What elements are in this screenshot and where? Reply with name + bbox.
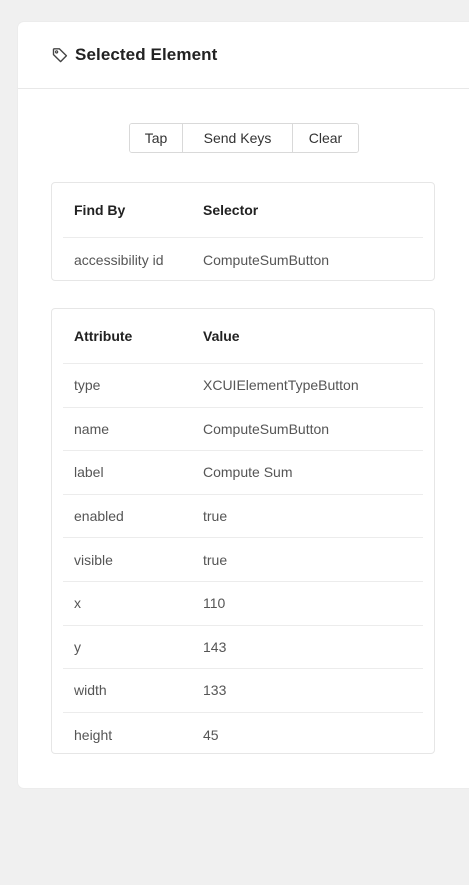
table-row: enabled true bbox=[63, 495, 423, 539]
attributes-table: Attribute Value type XCUIElementTypeButt… bbox=[51, 308, 435, 754]
attribute-value: 45 bbox=[203, 726, 219, 743]
table-row: accessibility id ComputeSumButton bbox=[63, 238, 423, 281]
attribute-value: 133 bbox=[203, 682, 227, 699]
attribute-value: Compute Sum bbox=[203, 464, 293, 481]
attribute-name: type bbox=[74, 377, 101, 394]
table-row: x 110 bbox=[63, 582, 423, 626]
attribute-value: true bbox=[203, 551, 228, 568]
header-find-by: Find By bbox=[74, 202, 126, 218]
attribute-name: visible bbox=[74, 551, 113, 568]
table-row: label Compute Sum bbox=[63, 451, 423, 495]
attribute-name: y bbox=[74, 638, 81, 655]
panel-title: Selected Element bbox=[75, 45, 218, 64]
attribute-value: true bbox=[203, 508, 228, 525]
header-value: Value bbox=[203, 328, 240, 344]
panel-header: Selected Element bbox=[18, 22, 469, 89]
table-header: Find By Selector bbox=[63, 183, 423, 238]
table-row: width 133 bbox=[63, 669, 423, 713]
clear-button[interactable]: Clear bbox=[293, 124, 358, 152]
table-header: Attribute Value bbox=[63, 309, 423, 364]
header-attribute: Attribute bbox=[74, 328, 133, 344]
element-actions: Tap Send Keys Clear bbox=[129, 123, 359, 153]
top-strip bbox=[0, 0, 469, 8]
attribute-name: x bbox=[74, 595, 81, 612]
tap-button[interactable]: Tap bbox=[130, 124, 183, 152]
find-by-strategy: accessibility id bbox=[74, 251, 164, 268]
table-row: height 45 bbox=[63, 713, 423, 757]
tag-icon bbox=[51, 46, 69, 64]
attribute-value: ComputeSumButton bbox=[203, 420, 330, 437]
table-row: visible true bbox=[63, 538, 423, 582]
find-by-selector: ComputeSumButton bbox=[203, 251, 330, 268]
attribute-name: width bbox=[74, 682, 107, 699]
find-by-table: Find By Selector accessibility id Comput… bbox=[51, 182, 435, 281]
table-row: name ComputeSumButton bbox=[63, 408, 423, 452]
table-row: y 143 bbox=[63, 626, 423, 670]
attribute-name: enabled bbox=[74, 508, 124, 525]
table-row: type XCUIElementTypeButton bbox=[63, 364, 423, 408]
attribute-name: height bbox=[74, 726, 113, 743]
attribute-name: label bbox=[74, 464, 104, 481]
attribute-name: name bbox=[74, 420, 110, 437]
attribute-value: 143 bbox=[203, 638, 227, 655]
attribute-value: XCUIElementTypeButton bbox=[203, 377, 359, 394]
send-keys-button[interactable]: Send Keys bbox=[183, 124, 293, 152]
selected-element-panel: Selected Element Tap Send Keys Clear Fin… bbox=[18, 22, 469, 788]
header-selector: Selector bbox=[203, 202, 259, 218]
attribute-value: 110 bbox=[203, 595, 226, 612]
